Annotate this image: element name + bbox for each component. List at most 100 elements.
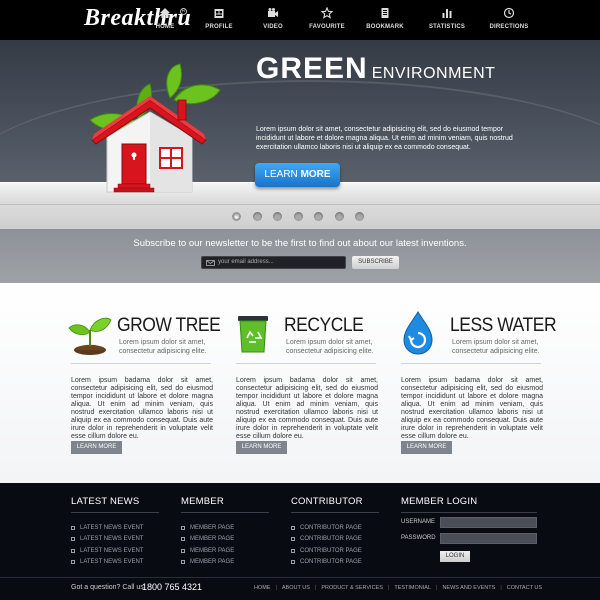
link-label: MEMBER PAGE bbox=[190, 559, 235, 566]
bullet-icon bbox=[181, 537, 185, 542]
nav-favourite[interactable]: FAVOURITE bbox=[300, 7, 354, 30]
bullet-icon bbox=[71, 537, 75, 542]
footer-list: MEMBER PAGE MEMBER PAGE MEMBER PAGE MEMB… bbox=[181, 522, 269, 568]
less-water-learn-more-button[interactable]: LEARN MORE bbox=[401, 441, 452, 454]
nav-profile-label: PROFILE bbox=[205, 24, 233, 30]
feature-divider bbox=[71, 363, 211, 364]
profile-icon bbox=[214, 9, 224, 18]
footer-link[interactable]: CONTRIBUTOR PAGE bbox=[291, 522, 379, 534]
home-icon bbox=[160, 8, 170, 18]
learn-label: LEARN bbox=[264, 169, 298, 180]
username-label: USERNAME bbox=[401, 519, 436, 525]
slider-dot[interactable] bbox=[252, 212, 262, 221]
feature-title: RECYCLE bbox=[284, 315, 364, 336]
nav-directions-label: DIRECTIONS bbox=[489, 24, 529, 30]
separator: | bbox=[275, 585, 277, 591]
bullet-icon bbox=[181, 525, 185, 530]
link-label: MEMBER PAGE bbox=[190, 547, 235, 554]
footer-link[interactable]: MEMBER PAGE bbox=[181, 534, 269, 546]
newsletter-email-input[interactable]: your email address... bbox=[201, 256, 346, 269]
feature-title: GROW TREE bbox=[117, 315, 221, 336]
footer-latest-news: LATEST NEWS LATEST NEWS EVENT LATEST NEW… bbox=[71, 496, 159, 568]
bottom-link-about[interactable]: ABOUT US bbox=[282, 585, 310, 591]
bottom-link-testimonial[interactable]: TESTIMONIAL bbox=[394, 585, 431, 591]
nav-profile[interactable]: PROFILE bbox=[192, 7, 246, 30]
footer-heading: MEMBER LOGIN bbox=[401, 496, 478, 507]
footer-heading: MEMBER bbox=[181, 496, 224, 507]
slider-dots bbox=[232, 212, 376, 221]
slider-dot[interactable] bbox=[314, 212, 323, 221]
water-drop-icon bbox=[403, 311, 433, 355]
footer-link[interactable]: MEMBER PAGE bbox=[181, 557, 269, 569]
nav-statistics[interactable]: STATISTICS bbox=[416, 7, 478, 30]
house-illustration bbox=[89, 63, 221, 193]
separator: | bbox=[500, 585, 502, 591]
nav-directions[interactable]: DIRECTIONS bbox=[478, 7, 540, 30]
separator: | bbox=[314, 585, 317, 591]
bullet-icon bbox=[291, 525, 295, 530]
recycle-learn-more-button[interactable]: LEARN MORE bbox=[236, 441, 287, 454]
bottom-link-news[interactable]: NEWS AND EVENTS bbox=[442, 585, 495, 591]
feature-title: LESS WATER bbox=[450, 315, 557, 336]
slider-dot[interactable] bbox=[355, 212, 364, 221]
recycle-bin-icon bbox=[238, 316, 268, 353]
heading-underline bbox=[71, 512, 159, 513]
feature-divider bbox=[236, 363, 376, 364]
bullet-icon bbox=[71, 548, 75, 553]
link-label: LATEST NEWS EVENT bbox=[80, 536, 144, 543]
bullet-icon bbox=[291, 560, 295, 565]
link-label: LATEST NEWS EVENT bbox=[80, 559, 144, 566]
footer-link[interactable]: LATEST NEWS EVENT bbox=[71, 545, 159, 557]
link-label: CONTRIBUTOR PAGE bbox=[300, 547, 362, 554]
subscribe-button[interactable]: SUBSCRIBE bbox=[352, 256, 399, 269]
footer-link[interactable]: MEMBER PAGE bbox=[181, 545, 269, 557]
username-field[interactable] bbox=[440, 517, 537, 528]
password-field[interactable] bbox=[440, 533, 537, 544]
hero-learn-more-button[interactable]: LEARN MORE bbox=[255, 163, 340, 187]
top-navigation-bar: Breakthru R HOME PROFILE VIDEO FAVOURITE… bbox=[0, 0, 600, 40]
footer-link[interactable]: CONTRIBUTOR PAGE bbox=[291, 534, 379, 546]
video-icon bbox=[268, 8, 278, 17]
feature-divider bbox=[401, 363, 541, 364]
footer-link[interactable]: MEMBER PAGE bbox=[181, 522, 269, 534]
newsletter-text: Subscribe to our newsletter to be the fi… bbox=[133, 238, 467, 249]
footer-list: LATEST NEWS EVENT LATEST NEWS EVENT LATE… bbox=[71, 522, 159, 568]
nav-bookmark-label: BOOKMARK bbox=[366, 24, 404, 30]
bullet-icon bbox=[181, 560, 185, 565]
sprout-icon bbox=[68, 317, 112, 355]
heading-underline bbox=[291, 512, 379, 513]
feature-subtitle: Lorem ipsum dolor sit amet, consectetur … bbox=[119, 339, 207, 355]
separator: | bbox=[436, 585, 438, 591]
slider-dot[interactable] bbox=[273, 212, 282, 221]
footer-divider bbox=[0, 577, 600, 578]
grow-tree-learn-more-button[interactable]: LEARN MORE bbox=[71, 441, 122, 454]
bottom-link-home[interactable]: HOME bbox=[254, 585, 271, 591]
footer-link[interactable]: LATEST NEWS EVENT bbox=[71, 557, 159, 569]
bottom-link-products[interactable]: PRODUCT & SERVICES bbox=[321, 585, 383, 591]
heading-underline bbox=[181, 512, 269, 513]
nav-home[interactable]: HOME bbox=[138, 7, 192, 30]
nav-statistics-label: STATISTICS bbox=[428, 24, 466, 30]
footer-link[interactable]: CONTRIBUTOR PAGE bbox=[291, 557, 379, 569]
slider-dot[interactable] bbox=[334, 212, 344, 221]
feature-subtitle: Lorem ipsum dolor sit amet, consectetur … bbox=[452, 339, 540, 355]
nav-video-label: VIDEO bbox=[263, 24, 283, 30]
footer-link[interactable]: CONTRIBUTOR PAGE bbox=[291, 545, 379, 557]
slider-dot[interactable] bbox=[293, 212, 303, 221]
footer-link[interactable]: LATEST NEWS EVENT bbox=[71, 534, 159, 546]
link-label: MEMBER PAGE bbox=[190, 524, 235, 531]
bullet-icon bbox=[71, 560, 75, 565]
bottom-link-contact[interactable]: CONTACT US bbox=[507, 585, 542, 591]
shelf-divider bbox=[0, 204, 600, 205]
more-label: MORE bbox=[300, 169, 331, 180]
bullet-icon bbox=[291, 548, 295, 553]
login-button[interactable]: LOGIN bbox=[440, 551, 470, 562]
contact-question: Got a question? Call us bbox=[71, 584, 144, 591]
star-icon bbox=[321, 7, 333, 19]
slider-dot[interactable] bbox=[232, 212, 241, 221]
nav-video[interactable]: VIDEO bbox=[246, 7, 300, 30]
nav-bookmark[interactable]: BOOKMARK bbox=[354, 7, 416, 30]
footer-heading: LATEST NEWS bbox=[71, 496, 140, 507]
nav-home-label: HOME bbox=[155, 24, 175, 30]
footer-link[interactable]: LATEST NEWS EVENT bbox=[71, 522, 159, 534]
